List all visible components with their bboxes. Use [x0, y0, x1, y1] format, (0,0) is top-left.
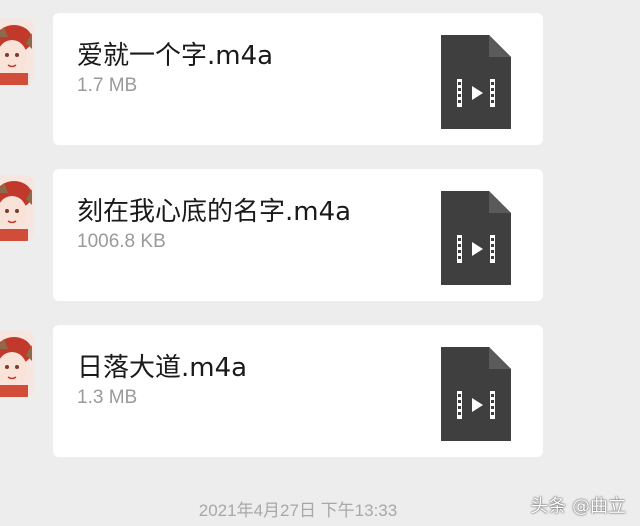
video-file-icon [441, 191, 511, 285]
file-message-bubble[interactable]: 刻在我心底的名字.m4a 1006.8 KB [53, 169, 543, 301]
file-message-bubble[interactable]: 日落大道.m4a 1.3 MB [53, 325, 543, 457]
message-row: 日落大道.m4a 1.3 MB [0, 325, 640, 461]
file-name: 日落大道.m4a [77, 353, 248, 383]
avatar[interactable] [0, 331, 34, 397]
file-size: 1006.8 KB [77, 231, 166, 252]
message-row: 刻在我心底的名字.m4a 1006.8 KB [0, 169, 640, 305]
avatar[interactable] [0, 19, 34, 85]
file-size: 1.7 MB [77, 75, 138, 96]
avatar[interactable] [0, 175, 34, 241]
avatar-image [0, 19, 34, 85]
video-file-icon [441, 35, 511, 129]
message-row: 爱就一个字.m4a 1.7 MB [0, 13, 640, 149]
file-name: 爱就一个字.m4a [77, 41, 274, 71]
watermark: 头条 @曲立 [530, 496, 626, 517]
file-message-bubble[interactable]: 爱就一个字.m4a 1.7 MB [53, 13, 543, 145]
video-file-icon [441, 347, 511, 441]
file-name: 刻在我心底的名字.m4a [77, 197, 352, 227]
message-timestamp: 2021年4月27日 下午13:33 [198, 501, 398, 520]
file-size: 1.3 MB [77, 387, 138, 408]
avatar-image [0, 331, 34, 397]
avatar-image [0, 175, 34, 241]
